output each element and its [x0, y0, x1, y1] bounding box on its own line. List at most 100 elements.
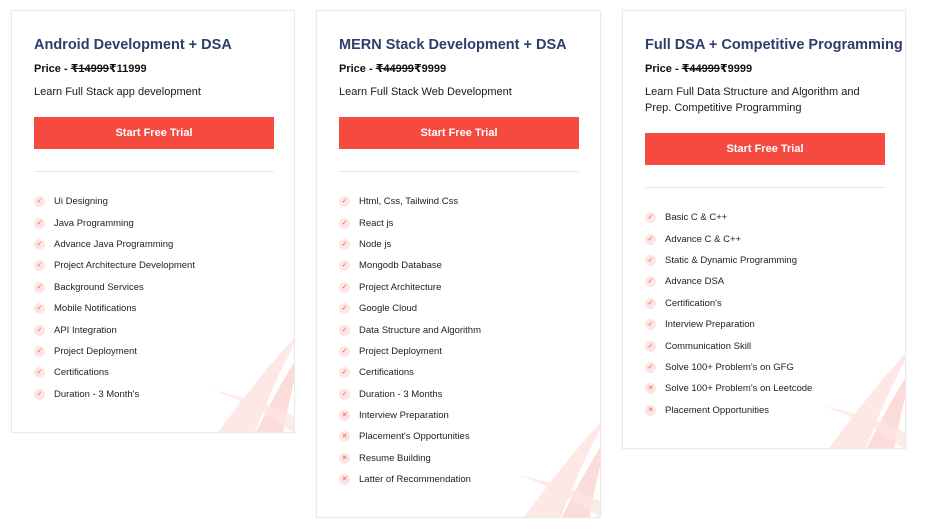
feature-item: ✓ Mongodb Database: [339, 255, 578, 276]
feature-label: Certifications: [54, 367, 109, 379]
start-free-trial-button[interactable]: Start Free Trial: [645, 133, 885, 165]
check-icon: ✓: [645, 319, 656, 331]
feature-label: Project Architecture Development: [54, 260, 195, 272]
feature-label: Resume Building: [359, 452, 431, 464]
new-price: ₹9999: [719, 63, 753, 75]
check-icon: ✓: [645, 361, 656, 373]
feature-item: ✓ Duration - 3 Months: [339, 384, 578, 405]
feature-label: Certifications: [359, 367, 414, 379]
check-icon: ✓: [339, 303, 350, 315]
feature-label: Duration - 3 Month's: [54, 388, 140, 400]
feature-list: ✓ Basic C & C++ ✓ Advance C & C++ ✓ Static & …: [645, 207, 883, 421]
feature-item: ✓ Communication Skill: [645, 335, 883, 356]
feature-item: ✓ Static & Dynamic Programming: [645, 250, 883, 271]
divider: [645, 187, 885, 188]
feature-item: ✓ Certifications: [339, 362, 578, 383]
check-icon: ✓: [645, 340, 656, 352]
feature-label: Google Cloud: [359, 303, 418, 315]
feature-label: Interview Preparation: [665, 319, 755, 331]
feature-label: Certification's: [665, 297, 722, 309]
feature-item: ✓ Project Deployment: [339, 341, 578, 362]
feature-label: Static & Dynamic Programming: [665, 254, 797, 266]
check-icon: ✓: [339, 281, 350, 293]
price-label: Price -: [645, 63, 682, 75]
check-icon: ✓: [645, 297, 656, 309]
feature-item: ✕ Interview Preparation: [339, 405, 578, 426]
divider: [34, 171, 274, 172]
cross-icon: ✕: [339, 452, 350, 464]
cross-icon: ✕: [645, 383, 656, 395]
feature-label: Latter of Recommendation: [359, 474, 471, 486]
feature-list: ✓ Ui Designing ✓ Java Programming ✓ Advance J…: [34, 191, 272, 405]
start-free-trial-button[interactable]: Start Free Trial: [339, 117, 579, 149]
feature-label: Html, Css, Tailwind Css: [359, 196, 459, 208]
feature-label: Mobile Notifications: [54, 303, 137, 315]
feature-item: ✓ Certification's: [645, 293, 883, 314]
plan-price: Price - ₹14999₹11999: [34, 62, 272, 76]
feature-item: ✓ Basic C & C++: [645, 207, 883, 228]
feature-label: Node js: [359, 238, 392, 250]
plan-title: Full DSA + Competitive Programming: [645, 37, 903, 53]
feature-item: ✓ Project Architecture Development: [34, 255, 272, 276]
feature-label: Mongodb Database: [359, 260, 442, 272]
new-price: ₹9999: [413, 63, 447, 75]
check-icon: ✓: [34, 324, 45, 336]
check-icon: ✓: [339, 260, 350, 272]
feature-item: ✓ Certifications: [34, 362, 272, 383]
check-icon: ✓: [34, 281, 45, 293]
feature-label: Project Deployment: [359, 345, 442, 357]
feature-label: Solve 100+ Problem's on GFG: [665, 361, 794, 373]
check-icon: ✓: [339, 345, 350, 357]
feature-label: Communication Skill: [665, 340, 752, 352]
pricing-card-android: Android Development + DSA Price - ₹14999…: [11, 10, 295, 433]
feature-list: ✓ Html, Css, Tailwind Css ✓ React js ✓ Node j…: [339, 191, 578, 490]
divider: [339, 171, 579, 172]
feature-item: ✓ Java Programming: [34, 212, 272, 233]
feature-item: ✓ Html, Css, Tailwind Css: [339, 191, 578, 212]
plan-price: Price - ₹44999₹9999: [645, 62, 883, 76]
feature-item: ✓ Data Structure and Algorithm: [339, 319, 578, 340]
feature-item: ✓ Solve 100+ Problem's on GFG: [645, 357, 883, 378]
feature-label: Project Architecture: [359, 281, 442, 293]
cross-icon: ✕: [339, 410, 350, 422]
feature-item: ✕ Solve 100+ Problem's on Leetcode: [645, 378, 883, 399]
feature-label: Solve 100+ Problem's on Leetcode: [665, 383, 813, 395]
check-icon: ✓: [339, 196, 350, 208]
cross-icon: ✕: [645, 404, 656, 416]
check-icon: ✓: [645, 276, 656, 288]
feature-item: ✓ Node js: [339, 234, 578, 255]
check-icon: ✓: [339, 238, 350, 250]
feature-label: Data Structure and Algorithm: [359, 324, 481, 336]
feature-label: Ui Designing: [54, 196, 108, 208]
check-icon: ✓: [34, 367, 45, 379]
feature-label: Interview Preparation: [359, 410, 449, 422]
old-price: ₹44999: [375, 63, 414, 75]
feature-item: ✓ Advance DSA: [645, 271, 883, 292]
plan-description: Learn Full Stack app development: [34, 86, 201, 98]
plan-description: Learn Full Stack Web Development: [339, 86, 512, 98]
check-icon: ✓: [34, 196, 45, 208]
feature-item: ✕ Resume Building: [339, 448, 578, 469]
cross-icon: ✕: [339, 474, 350, 486]
start-free-trial-button[interactable]: Start Free Trial: [34, 117, 274, 149]
check-icon: ✓: [34, 303, 45, 315]
price-label: Price -: [34, 63, 71, 75]
old-price: ₹14999: [70, 63, 109, 75]
new-price: ₹11999: [108, 63, 147, 75]
feature-label: Background Services: [54, 281, 144, 293]
price-label: Price -: [339, 63, 376, 75]
cross-icon: ✕: [339, 431, 350, 443]
feature-item: ✓ Background Services: [34, 277, 272, 298]
feature-item: ✕ Latter of Recommendation: [339, 469, 578, 490]
pricing-card-dsa: Full DSA + Competitive Programming Price…: [622, 10, 906, 449]
feature-label: React js: [359, 217, 394, 229]
feature-item: ✓ Mobile Notifications: [34, 298, 272, 319]
check-icon: ✓: [339, 367, 350, 379]
feature-label: Placement's Opportunities: [359, 431, 470, 443]
plan-title: Android Development + DSA: [34, 37, 232, 53]
feature-item: ✓ React js: [339, 212, 578, 233]
feature-item: ✓ Ui Designing: [34, 191, 272, 212]
feature-item: ✓ Project Architecture: [339, 277, 578, 298]
check-icon: ✓: [34, 388, 45, 400]
plan-price: Price - ₹44999₹9999: [339, 62, 578, 76]
